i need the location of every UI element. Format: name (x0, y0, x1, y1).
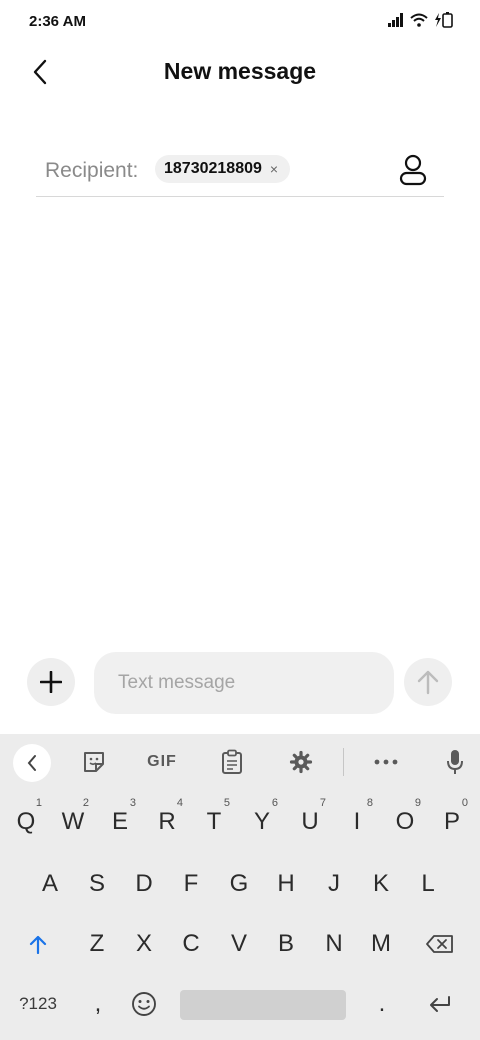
microphone-icon (447, 750, 463, 774)
clipboard-icon (222, 749, 242, 774)
message-input[interactable] (94, 652, 394, 714)
key-u[interactable]: U7 (288, 796, 332, 848)
key-w[interactable]: W2 (51, 796, 95, 848)
key-j[interactable]: J (312, 858, 356, 910)
voice-input-button[interactable] (437, 744, 473, 780)
key-hint: 4 (176, 797, 183, 809)
key-hint: 5 (223, 797, 230, 809)
plus-icon (40, 671, 62, 693)
key-a[interactable]: A (28, 858, 72, 910)
key-z[interactable]: Z (75, 918, 119, 970)
key-hint: 0 (461, 797, 468, 809)
settings-button[interactable] (283, 744, 319, 780)
spacebar[interactable] (180, 990, 346, 1020)
key-c[interactable]: C (169, 918, 213, 970)
person-icon (399, 154, 427, 186)
key-e[interactable]: E3 (98, 796, 142, 848)
chevron-left-icon (27, 755, 36, 771)
backspace-key[interactable] (418, 918, 462, 970)
more-button[interactable] (368, 744, 404, 780)
status-icons (388, 12, 454, 28)
emoji-icon (132, 992, 156, 1016)
enter-arrow-icon (430, 996, 450, 1012)
comma-key[interactable]: , (76, 978, 120, 1030)
key-hint: 7 (319, 797, 326, 809)
key-s[interactable]: S (75, 858, 119, 910)
app-header: New message (0, 44, 480, 100)
signal-icon (388, 13, 403, 27)
key-v[interactable]: V (217, 918, 261, 970)
status-bar: 2:36 AM (0, 0, 480, 44)
attach-button[interactable] (27, 658, 75, 706)
wifi-icon (410, 13, 428, 27)
recipient-label: Recipient: (45, 159, 139, 182)
recipient-field[interactable]: Recipient: 18730218809 × (36, 146, 444, 197)
toolbar-divider (343, 748, 344, 776)
key-t[interactable]: T5 (192, 796, 236, 848)
key-hint: 9 (414, 797, 421, 809)
sticker-button[interactable] (76, 744, 112, 780)
clipboard-button[interactable] (214, 744, 250, 780)
gif-label: GIF (147, 753, 177, 770)
page-title: New message (163, 58, 317, 84)
keyboard: G I F Q 1 W 2 E 3 R 4 T 5 Y 6 U 7 I 8 O 9 … (0, 734, 480, 1040)
keyboard-collapse-button[interactable] (13, 744, 51, 782)
status-time: 2:36 AM (29, 13, 86, 30)
key-hint: 8 (366, 797, 373, 809)
key-hint: 1 (35, 797, 42, 809)
recipient-chip[interactable]: 18730218809 × (155, 155, 291, 183)
key-m[interactable]: M (359, 918, 403, 970)
contacts-button[interactable] (396, 152, 430, 188)
symbols-key[interactable]: ?123 (12, 978, 64, 1030)
key-q[interactable]: Q1 (4, 796, 48, 848)
shift-arrow-icon (29, 935, 47, 954)
key-label: Y (253, 808, 270, 835)
key-g[interactable]: G (217, 858, 261, 910)
key-hint: 6 (271, 797, 278, 809)
key-b[interactable]: B (264, 918, 308, 970)
key-o[interactable]: O9 (383, 796, 427, 848)
key-h[interactable]: H (264, 858, 308, 910)
gif-button[interactable]: GIF (142, 744, 182, 780)
key-label: E (111, 808, 128, 835)
send-button[interactable] (404, 658, 452, 706)
shift-key[interactable] (16, 918, 60, 970)
keyboard-toolbar: GIF (0, 734, 480, 790)
period-key[interactable]: . (360, 978, 404, 1030)
key-r[interactable]: R4 (145, 796, 189, 848)
key-label: T (206, 808, 222, 835)
backspace-icon (426, 935, 453, 953)
send-arrow-icon (417, 670, 439, 695)
compose-bar (0, 650, 480, 720)
key-i[interactable]: I8 (335, 796, 379, 848)
key-x[interactable]: X (122, 918, 166, 970)
battery-charging-icon (435, 12, 453, 28)
more-dots-icon (374, 759, 398, 765)
key-label: I (353, 808, 361, 835)
key-hint: 3 (129, 797, 136, 809)
key-label: Q (16, 808, 36, 835)
recipient-chip-number: 18730218809 (164, 160, 262, 177)
sticker-icon (84, 752, 104, 772)
key-n[interactable]: N (312, 918, 356, 970)
key-p[interactable]: P0 (430, 796, 474, 848)
key-d[interactable]: D (122, 858, 166, 910)
chip-remove-icon[interactable]: × (270, 161, 278, 177)
gear-icon (289, 750, 313, 774)
key-label: U (301, 808, 319, 835)
key-l[interactable]: L (406, 858, 450, 910)
key-hint: 2 (82, 797, 89, 809)
enter-key[interactable] (418, 978, 462, 1030)
emoji-key[interactable] (122, 978, 166, 1030)
key-f[interactable]: F (169, 858, 213, 910)
key-y[interactable]: Y6 (240, 796, 284, 848)
key-label: P (443, 808, 460, 835)
key-label: O (395, 808, 415, 835)
key-k[interactable]: K (359, 858, 403, 910)
message-input-box[interactable] (94, 652, 394, 714)
key-label: R (158, 808, 176, 835)
key-label: W (61, 808, 85, 835)
